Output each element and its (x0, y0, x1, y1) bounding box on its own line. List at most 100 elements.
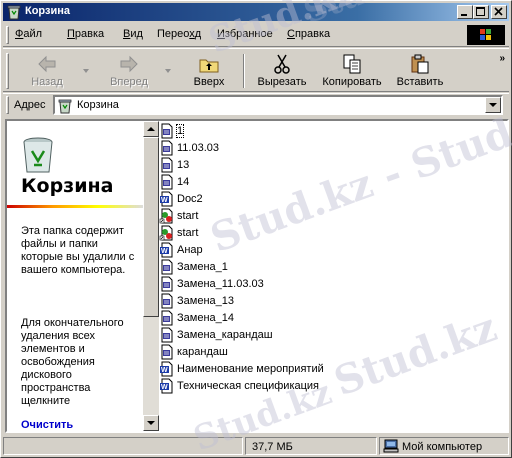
file-name: Замена_1 (177, 261, 228, 273)
menu-go[interactable]: Переохд (157, 28, 201, 40)
empty-recycle-bin-link[interactable]: Очистить (21, 419, 73, 431)
text-file-icon (161, 310, 173, 326)
minimize-icon (461, 14, 467, 16)
scroll-up-button[interactable] (143, 121, 159, 137)
paste-button[interactable]: Вставить (389, 52, 451, 90)
recycle-bin-icon (7, 5, 21, 20)
up-button[interactable]: Вверх (181, 52, 237, 90)
svg-text:W: W (161, 197, 168, 204)
content-area: Корзина Эта папка содержит файлы и папки… (5, 119, 509, 433)
word-doc-icon: W (160, 361, 173, 377)
copy-button[interactable]: Копировать (315, 52, 389, 90)
text-file-icon (161, 140, 173, 156)
panel-instructions: Для окончательного удаления всех элемент… (21, 317, 124, 407)
toolbar-separator (243, 54, 245, 88)
status-size: 37,7 МБ (252, 441, 293, 453)
text-file-icon (161, 344, 173, 360)
scroll-down-button[interactable] (143, 415, 159, 431)
menu-help[interactable]: Справка (287, 28, 330, 40)
standard-toolbar: Назад Вперед Вверх Вырезать Копировать В… (3, 48, 509, 92)
file-name: Замена_14 (177, 312, 234, 324)
toolbar-overflow-chevron[interactable]: » (499, 53, 505, 64)
menu-file[interactable]: Файл (15, 28, 42, 40)
panel-description: Эта папка содержит файлы и папки которые… (21, 225, 135, 276)
file-name: Замена_11.03.03 (177, 278, 264, 290)
scroll-thumb[interactable] (143, 137, 159, 317)
word-doc-icon: W (160, 378, 173, 394)
file-name: 13 (177, 159, 190, 171)
folder-up-icon (199, 59, 219, 73)
address-field[interactable]: Корзина (53, 95, 503, 115)
address-grip[interactable] (6, 96, 9, 114)
forward-label: Вперед (110, 76, 148, 88)
text-file-icon (161, 293, 173, 309)
word-doc-icon: W (160, 191, 173, 207)
text-file-icon (161, 276, 173, 292)
windows-flag-icon (480, 29, 491, 40)
file-name: Замена_13 (177, 295, 234, 307)
word-doc-icon: W (160, 242, 173, 258)
menu-view[interactable]: Вид (123, 28, 143, 40)
file-list: 1 11.03.03 13 14 W Doc2 start start W Анар Замена_… (159, 121, 507, 431)
maximize-button[interactable] (473, 5, 489, 19)
text-file-icon (161, 174, 173, 190)
file-name: Техническая спецификация (177, 380, 320, 392)
back-label: Назад (31, 76, 63, 88)
explorer-window: Корзина Файл Правка Вид Переохд Избранно… (0, 0, 512, 458)
chevron-down-icon (489, 103, 497, 107)
maximize-icon (476, 7, 485, 16)
recycle-bin-large-icon (23, 137, 53, 173)
forward-dropdown-icon[interactable] (165, 69, 171, 73)
text-file-icon (161, 327, 173, 343)
text-file-icon (161, 259, 173, 275)
forward-arrow-icon (120, 55, 138, 73)
paste-icon (411, 54, 429, 74)
text-file-icon (161, 123, 173, 139)
panel-scrollbar[interactable] (143, 121, 159, 431)
panel-title: Корзина (21, 175, 114, 197)
windows-logo (467, 25, 505, 45)
cut-label: Вырезать (257, 76, 307, 88)
address-bar: Адрес Корзина (3, 93, 509, 115)
cut-button[interactable]: Вырезать (251, 52, 313, 90)
title-bar[interactable]: Корзина (3, 3, 509, 21)
recycle-bin-small-icon (58, 99, 72, 114)
file-name: Doc2 (177, 193, 203, 205)
web-view-panel: Корзина Эта папка содержит файлы и папки… (7, 121, 143, 431)
chevron-up-icon (147, 127, 155, 131)
address-label: Адрес (14, 99, 46, 111)
back-arrow-icon (38, 55, 56, 73)
menu-bar: Файл Правка Вид Переохд Избранное Справк… (3, 23, 509, 47)
file-name: start (177, 227, 199, 239)
file-name: 11.03.03 (177, 142, 220, 154)
status-location: Мой компьютер (402, 441, 483, 453)
address-dropdown-button[interactable] (485, 97, 501, 113)
text-file-icon (161, 157, 173, 173)
close-icon (494, 7, 503, 16)
forward-button[interactable]: Вперед (97, 52, 161, 90)
scissors-icon (274, 54, 290, 74)
minimize-button[interactable] (457, 5, 473, 19)
chevron-down-icon (147, 421, 155, 425)
menu-favorites[interactable]: Избранное (217, 28, 273, 40)
svg-text:W: W (161, 384, 168, 391)
window-title: Корзина (25, 5, 70, 17)
menu-grip[interactable] (6, 26, 9, 44)
toolbar-grip[interactable] (6, 53, 9, 89)
copy-icon (343, 54, 361, 74)
copy-label: Копировать (322, 76, 382, 88)
file-name: Замена_карандаш (177, 329, 273, 341)
up-label: Вверх (193, 76, 225, 88)
back-dropdown-icon[interactable] (83, 69, 89, 73)
file-name: start (177, 210, 199, 222)
menu-edit[interactable]: Правка (67, 28, 104, 40)
svg-text:W: W (161, 248, 168, 255)
shortcut-icon (159, 225, 173, 241)
paste-label: Вставить (396, 76, 444, 88)
file-name: Наименование мероприятий (177, 363, 324, 375)
status-panel-location: Мой компьютер (379, 437, 509, 455)
back-button[interactable]: Назад (17, 52, 77, 90)
status-panel-main (3, 437, 243, 455)
status-bar: 37,7 МБ Мой компьютер (3, 437, 509, 455)
close-button[interactable] (491, 5, 507, 19)
